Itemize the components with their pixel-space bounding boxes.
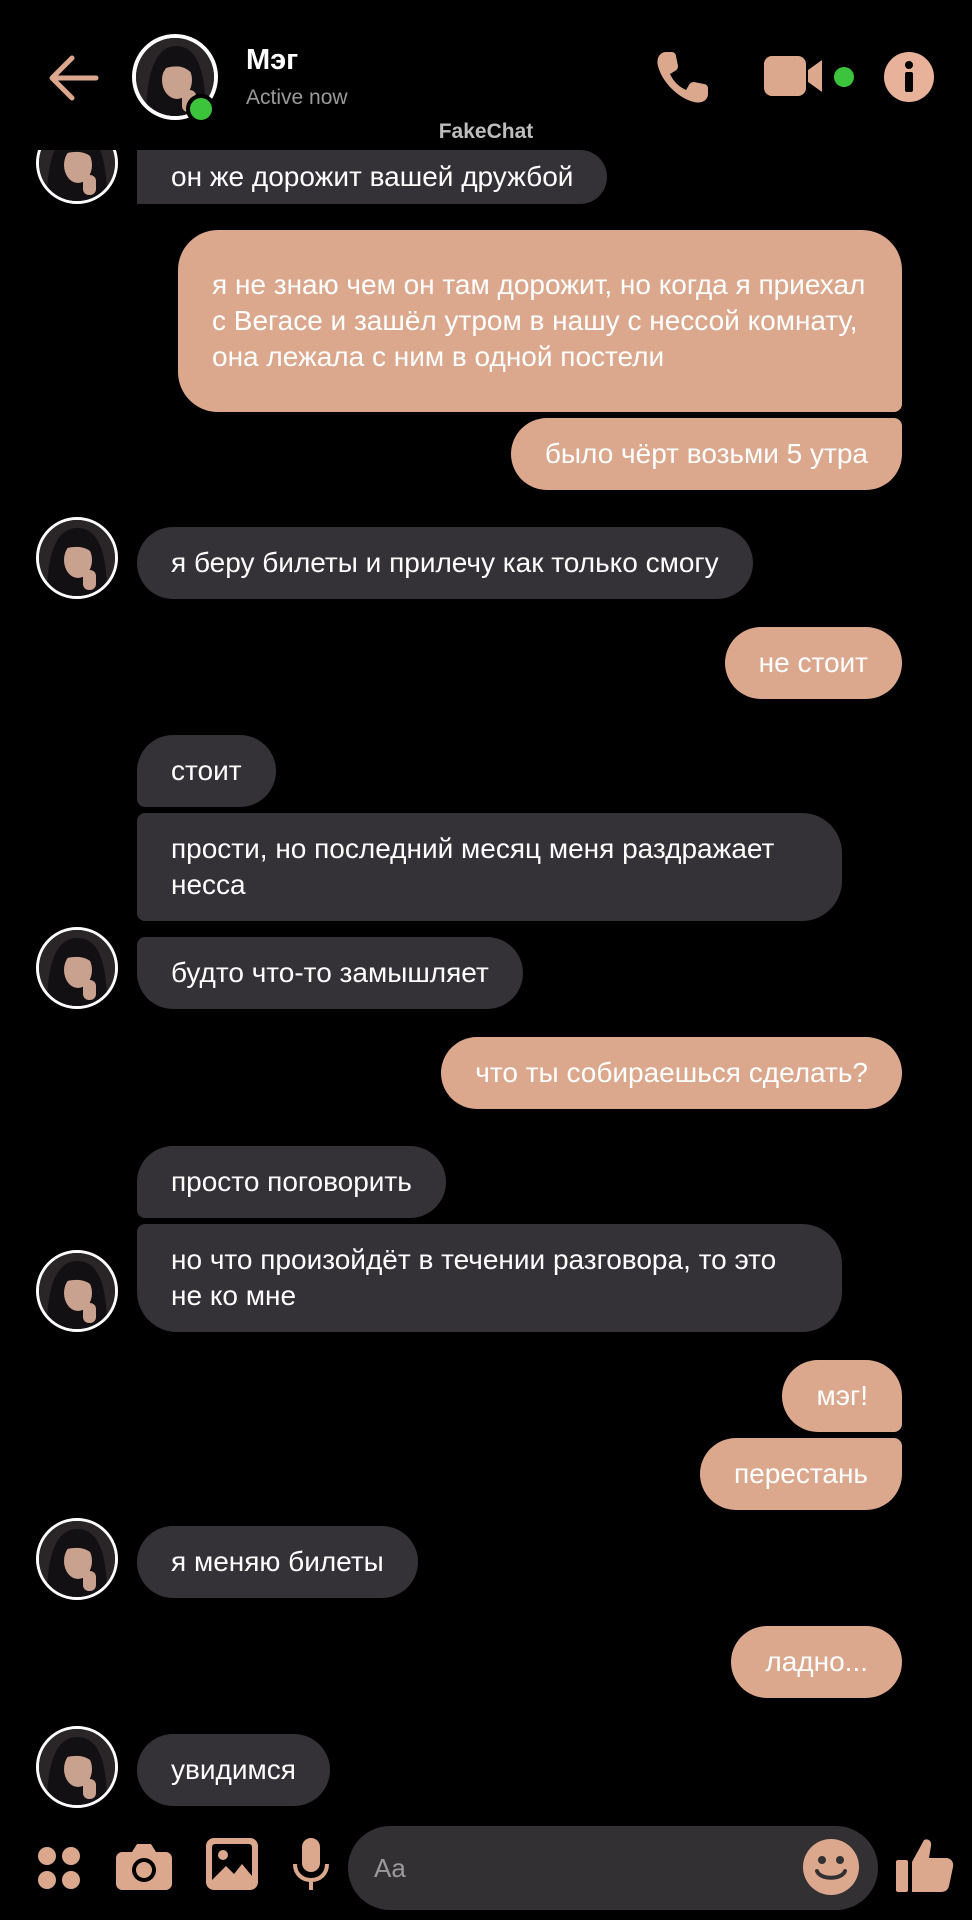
message-bubble-incoming[interactable]: стоит [137,735,276,807]
contact-message-avatar [36,1518,118,1600]
apps-grid-icon[interactable] [36,1845,82,1891]
back-arrow-icon[interactable] [46,50,102,106]
message-bubble-incoming[interactable]: прости, но последний месяц меня раздража… [137,813,842,921]
contact-name[interactable]: Мэг [246,44,298,77]
message-bubble-outgoing[interactable]: ладно... [731,1626,902,1698]
video-camera-icon[interactable] [764,54,826,98]
message-bubble-incoming[interactable]: просто поговорить [137,1146,446,1218]
message-bubble-outgoing[interactable]: было чёрт возьми 5 утра [510,418,902,490]
message-bubble-outgoing[interactable]: что ты собираешься сделать? [441,1037,902,1109]
emoji-icon[interactable] [802,1838,860,1896]
info-icon[interactable] [884,52,934,102]
image-icon[interactable] [206,1838,258,1890]
message-input-wrapper [348,1826,878,1910]
message-bubble-outgoing[interactable]: мэг! [782,1360,902,1432]
message-bubble-incoming[interactable]: будто что-то замышляет [137,937,523,1009]
thumbs-up-icon[interactable] [896,1836,954,1894]
contact-message-avatar [36,517,118,599]
microphone-icon[interactable] [292,1838,330,1894]
message-bubble-incoming[interactable]: увидимся [137,1734,330,1806]
contact-message-avatar [36,1726,118,1808]
watermark: FakeChat [438,120,534,143]
camera-icon[interactable] [116,1840,172,1890]
message-bubble-outgoing[interactable]: я не знаю чем он там дорожит, но когда я… [178,230,902,412]
message-bubble-incoming[interactable]: он же дорожит вашей дружбой [137,150,608,204]
contact-status: Active now [246,86,348,109]
video-online-dot [834,67,854,87]
message-bubble-incoming[interactable]: я меняю билеты [137,1526,418,1598]
contact-message-avatar [36,927,118,1009]
message-bubble-incoming[interactable]: но что произойдёт в течении разговора, т… [137,1224,842,1332]
contact-message-avatar [36,1250,118,1332]
message-input[interactable] [374,1846,754,1890]
message-bubble-outgoing[interactable]: не стоит [724,627,902,699]
phone-icon[interactable] [652,48,712,108]
message-bubble-incoming[interactable]: я беру билеты и прилечу как только смогу [137,527,753,599]
chat-header: Мэг Active now FakeChat [0,0,972,150]
message-bubble-outgoing[interactable]: перестань [699,1438,902,1510]
